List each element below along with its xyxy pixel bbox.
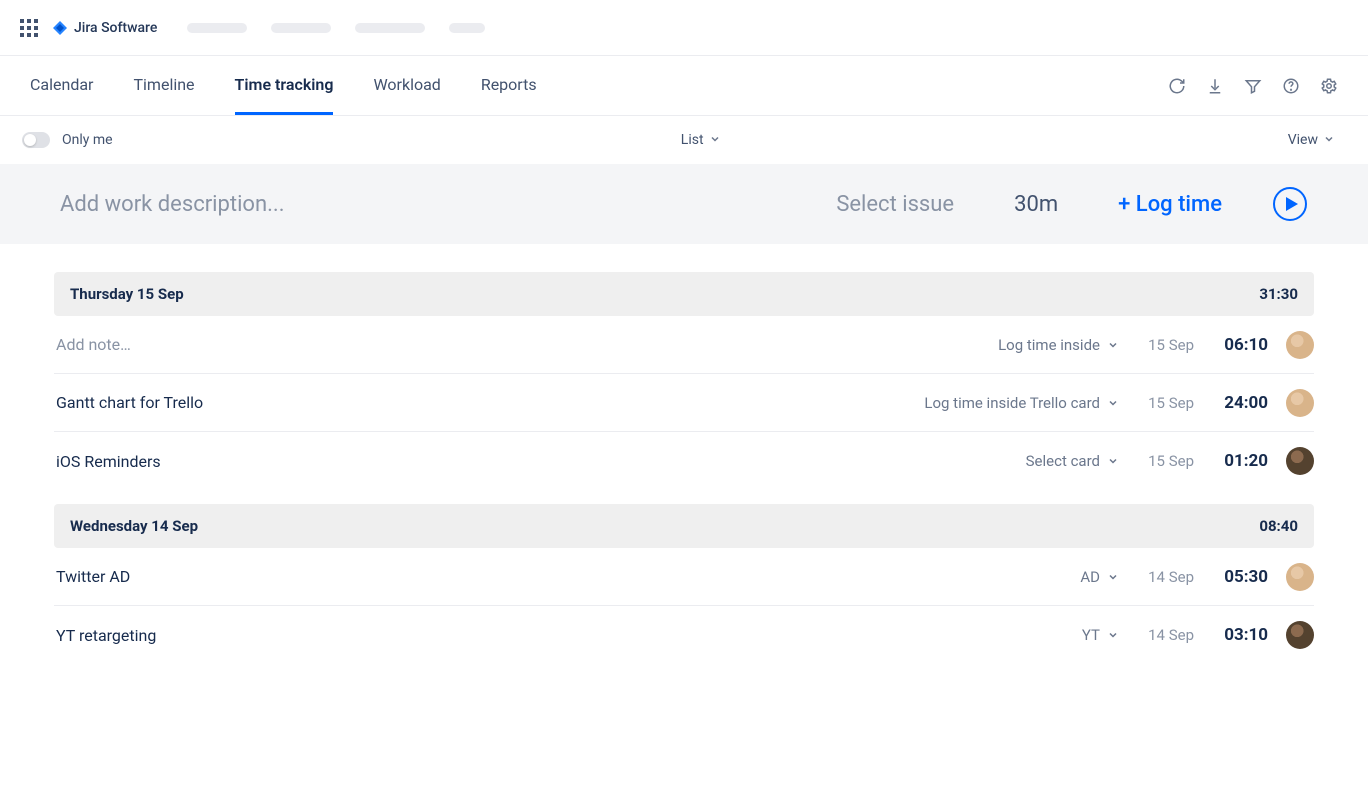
group-total: 31:30 [1259,285,1298,303]
entry-card-select[interactable]: YT [1082,626,1118,644]
list-label: List [681,132,704,148]
chevron-down-icon [710,132,720,148]
entry-duration: 06:10 [1212,335,1268,355]
settings-icon[interactable] [1320,77,1338,95]
tabs-bar: Calendar Timeline Time tracking Workload… [0,56,1368,116]
group-date: Wednesday 14 Sep [70,517,198,535]
filter-bar: Only me List View [0,116,1368,164]
chevron-down-icon [1108,626,1118,644]
group-header: Thursday 15 Sep 31:30 [54,272,1314,316]
entry-title: Twitter AD [56,567,1062,586]
app-switcher-icon[interactable] [20,19,38,37]
select-issue-button[interactable]: Select issue [836,192,954,217]
time-entry-row[interactable]: Add note… Log time inside 15 Sep 06:10 [54,316,1314,374]
duration-value[interactable]: 30m [1014,192,1058,217]
tab-reports[interactable]: Reports [481,56,537,115]
list-dropdown[interactable]: List [681,132,720,148]
top-bar: Jira Software [0,0,1368,56]
log-bar: Add work description... Select issue 30m… [0,164,1368,244]
tab-timeline[interactable]: Timeline [133,56,194,115]
breadcrumb-skeleton [187,23,485,33]
entry-date: 15 Sep [1136,336,1194,354]
group-header: Wednesday 14 Sep 08:40 [54,504,1314,548]
entry-duration: 01:20 [1212,451,1268,471]
time-entry-row[interactable]: iOS Reminders Select card 15 Sep 01:20 [54,432,1314,490]
tabs: Calendar Timeline Time tracking Workload… [30,56,537,115]
tab-workload[interactable]: Workload [373,56,440,115]
play-button[interactable] [1272,186,1308,222]
chevron-down-icon [1108,568,1118,586]
entry-card-select[interactable]: Log time inside Trello card [924,394,1118,412]
entry-date: 14 Sep [1136,568,1194,586]
add-note-input[interactable]: Add note… [56,335,980,354]
entry-card-select[interactable]: AD [1080,568,1118,586]
jira-logo-icon [52,20,68,36]
tab-time-tracking[interactable]: Time tracking [235,56,334,115]
group-date: Thursday 15 Sep [70,285,184,303]
entry-date: 14 Sep [1136,626,1194,644]
entry-card-select[interactable]: Log time inside [998,336,1118,354]
view-dropdown[interactable]: View [1288,132,1334,148]
filter-icon[interactable] [1244,77,1262,95]
time-entry-row[interactable]: YT retargeting YT 14 Sep 03:10 [54,606,1314,664]
chevron-down-icon [1108,394,1118,412]
log-time-button[interactable]: + Log time [1118,192,1222,217]
only-me-toggle[interactable] [22,132,50,148]
tab-calendar[interactable]: Calendar [30,56,93,115]
user-avatar[interactable] [1286,389,1314,417]
only-me-label: Only me [62,132,113,148]
user-avatar[interactable] [1286,331,1314,359]
entry-duration: 05:30 [1212,567,1268,587]
group-total: 08:40 [1259,517,1298,535]
refresh-icon[interactable] [1168,77,1186,95]
time-entry-row[interactable]: Gantt chart for Trello Log time inside Tr… [54,374,1314,432]
chevron-down-icon [1324,132,1334,148]
view-label: View [1288,132,1318,148]
user-avatar[interactable] [1286,447,1314,475]
user-avatar[interactable] [1286,621,1314,649]
entry-title: YT retargeting [56,626,1064,645]
brand[interactable]: Jira Software [52,20,157,36]
chevron-down-icon [1108,336,1118,354]
entry-duration: 24:00 [1212,393,1268,413]
entry-date: 15 Sep [1136,452,1194,470]
entry-date: 15 Sep [1136,394,1194,412]
help-icon[interactable] [1282,77,1300,95]
work-description-input[interactable]: Add work description... [60,192,806,217]
download-icon[interactable] [1206,77,1224,95]
entry-title: Gantt chart for Trello [56,393,906,412]
time-entry-row[interactable]: Twitter AD AD 14 Sep 05:30 [54,548,1314,606]
brand-name: Jira Software [74,20,157,36]
entry-duration: 03:10 [1212,625,1268,645]
user-avatar[interactable] [1286,563,1314,591]
entry-title: iOS Reminders [56,452,1008,471]
entry-card-select[interactable]: Select card [1026,452,1118,470]
time-entries: Thursday 15 Sep 31:30 Add note… Log time in… [0,244,1368,664]
chevron-down-icon [1108,452,1118,470]
toolbar-icons [1168,77,1338,95]
